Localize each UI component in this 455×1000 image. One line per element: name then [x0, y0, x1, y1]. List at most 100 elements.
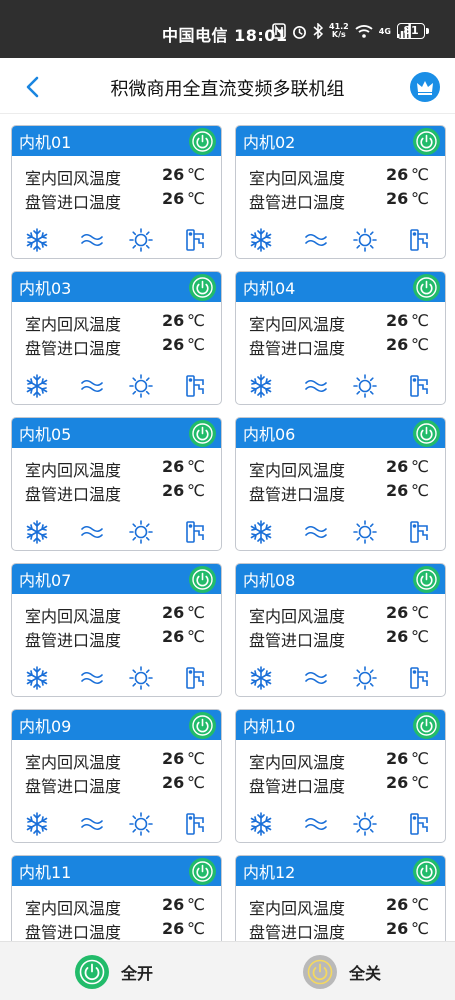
card-header: 内机01 — [12, 126, 221, 156]
return-air-unit: ℃ — [187, 311, 205, 330]
snowflake-icon[interactable] — [248, 227, 274, 253]
return-air-unit: ℃ — [187, 457, 205, 476]
snowflake-icon[interactable] — [24, 373, 50, 399]
crown-button[interactable] — [410, 72, 440, 102]
return-air-value: 26 — [162, 895, 185, 914]
indoor-unit-card[interactable]: 内机04 室内回风温度 26 ℃ 盘管进口温度 26 ℃ — [235, 271, 446, 405]
battery-level: 81 — [397, 23, 425, 39]
indoor-unit-card[interactable]: 内机10 室内回风温度 26 ℃ 盘管进口温度 26 ℃ — [235, 709, 446, 843]
unit-power-button[interactable] — [189, 420, 216, 447]
drain-icon[interactable] — [407, 227, 433, 253]
snowflake-icon[interactable] — [248, 519, 274, 545]
indoor-unit-card[interactable]: 内机07 室内回风温度 26 ℃ 盘管进口温度 26 ℃ — [11, 563, 222, 697]
snowflake-icon[interactable] — [248, 373, 274, 399]
return-air-value: 26 — [386, 165, 409, 184]
wave-icon[interactable] — [303, 373, 329, 399]
unit-power-button[interactable] — [189, 566, 216, 593]
drain-icon[interactable] — [183, 665, 209, 691]
drain-icon[interactable] — [183, 811, 209, 837]
unit-power-button[interactable] — [413, 128, 440, 155]
snowflake-icon[interactable] — [24, 519, 50, 545]
all-off-button[interactable]: 全关 — [303, 954, 381, 990]
return-air-label: 室内回风温度 — [249, 753, 346, 772]
drain-icon[interactable] — [183, 227, 209, 253]
wave-icon[interactable] — [79, 665, 105, 691]
sun-icon[interactable] — [128, 519, 154, 545]
power-icon — [192, 861, 213, 882]
snowflake-icon[interactable] — [248, 665, 274, 691]
unit-power-button[interactable] — [189, 858, 216, 885]
return-air-unit: ℃ — [411, 311, 429, 330]
sun-icon[interactable] — [352, 811, 378, 837]
unit-power-button[interactable] — [189, 128, 216, 155]
unit-power-button[interactable] — [413, 420, 440, 447]
drain-icon[interactable] — [407, 519, 433, 545]
card-header: 内机11 — [12, 856, 221, 886]
snowflake-icon[interactable] — [24, 665, 50, 691]
wave-icon[interactable] — [303, 665, 329, 691]
drain-icon[interactable] — [183, 519, 209, 545]
wave-icon[interactable] — [79, 227, 105, 253]
nfc-icon — [272, 23, 286, 39]
coil-inlet-label: 盘管进口温度 — [25, 193, 122, 212]
return-air-value: 26 — [162, 311, 185, 330]
wave-icon[interactable] — [303, 811, 329, 837]
carrier-time: 中国电信 18:01 — [162, 26, 288, 45]
indoor-unit-card[interactable]: 内机05 室内回风温度 26 ℃ 盘管进口温度 26 ℃ — [11, 417, 222, 551]
snowflake-icon[interactable] — [24, 227, 50, 253]
indoor-unit-card[interactable]: 内机12 室内回风温度 26 ℃ 盘管进口温度 26 ℃ — [235, 855, 446, 941]
drain-icon[interactable] — [407, 811, 433, 837]
indoor-unit-card[interactable]: 内机03 室内回风温度 26 ℃ 盘管进口温度 26 ℃ — [11, 271, 222, 405]
unit-power-button[interactable] — [189, 274, 216, 301]
unit-power-button[interactable] — [413, 712, 440, 739]
return-air-unit: ℃ — [187, 165, 205, 184]
coil-inlet-value: 26 — [162, 627, 185, 646]
snowflake-icon[interactable] — [248, 811, 274, 837]
indoor-unit-card[interactable]: 内机06 室内回风温度 26 ℃ 盘管进口温度 26 ℃ — [235, 417, 446, 551]
status-bar: 中国电信 18:01 41.2 K/s 4G 81 — [0, 0, 455, 58]
sun-icon[interactable] — [352, 373, 378, 399]
wave-icon[interactable] — [79, 373, 105, 399]
indoor-unit-card[interactable]: 内机02 室内回风温度 26 ℃ 盘管进口温度 26 ℃ — [235, 125, 446, 259]
wave-icon[interactable] — [79, 811, 105, 837]
drain-icon[interactable] — [407, 665, 433, 691]
wave-icon[interactable] — [303, 519, 329, 545]
sun-icon[interactable] — [128, 665, 154, 691]
return-air-unit: ℃ — [187, 603, 205, 622]
sun-icon[interactable] — [128, 811, 154, 837]
unit-name: 内机01 — [19, 133, 72, 152]
coil-inlet-unit: ℃ — [411, 481, 429, 500]
indoor-unit-grid: 内机01 室内回风温度 26 ℃ 盘管进口温度 26 ℃ 内机02 室内回风温度 26 ℃ 盘管进口温… — [0, 114, 455, 941]
drain-icon[interactable] — [407, 373, 433, 399]
indoor-unit-card[interactable]: 内机11 室内回风温度 26 ℃ 盘管进口温度 26 ℃ — [11, 855, 222, 941]
coil-inlet-unit: ℃ — [187, 189, 205, 208]
drain-icon[interactable] — [183, 373, 209, 399]
unit-power-button[interactable] — [413, 274, 440, 301]
indoor-unit-card[interactable]: 内机08 室内回风温度 26 ℃ 盘管进口温度 26 ℃ — [235, 563, 446, 697]
sun-icon[interactable] — [352, 227, 378, 253]
unit-power-button[interactable] — [413, 566, 440, 593]
snowflake-icon[interactable] — [24, 811, 50, 837]
card-header: 内机08 — [236, 564, 445, 594]
return-air-label: 室内回风温度 — [25, 461, 122, 480]
all-on-button[interactable]: 全开 — [75, 954, 153, 990]
wave-icon[interactable] — [79, 519, 105, 545]
app-header: 积微商用全直流变频多联机组 — [0, 58, 455, 114]
unit-name: 内机03 — [19, 279, 72, 298]
wave-icon[interactable] — [303, 227, 329, 253]
sun-icon[interactable] — [128, 373, 154, 399]
return-air-value: 26 — [162, 749, 185, 768]
unit-power-button[interactable] — [189, 712, 216, 739]
sun-icon[interactable] — [352, 519, 378, 545]
indoor-unit-card[interactable]: 内机01 室内回风温度 26 ℃ 盘管进口温度 26 ℃ — [11, 125, 222, 259]
unit-power-button[interactable] — [413, 858, 440, 885]
power-icon — [416, 131, 437, 152]
sun-icon[interactable] — [352, 665, 378, 691]
sun-icon[interactable] — [128, 227, 154, 253]
coil-inlet-label: 盘管进口温度 — [25, 339, 122, 358]
return-air-value: 26 — [386, 311, 409, 330]
power-icon — [416, 277, 437, 298]
return-air-value: 26 — [386, 603, 409, 622]
indoor-unit-card[interactable]: 内机09 室内回风温度 26 ℃ 盘管进口温度 26 ℃ — [11, 709, 222, 843]
power-icon — [192, 715, 213, 736]
